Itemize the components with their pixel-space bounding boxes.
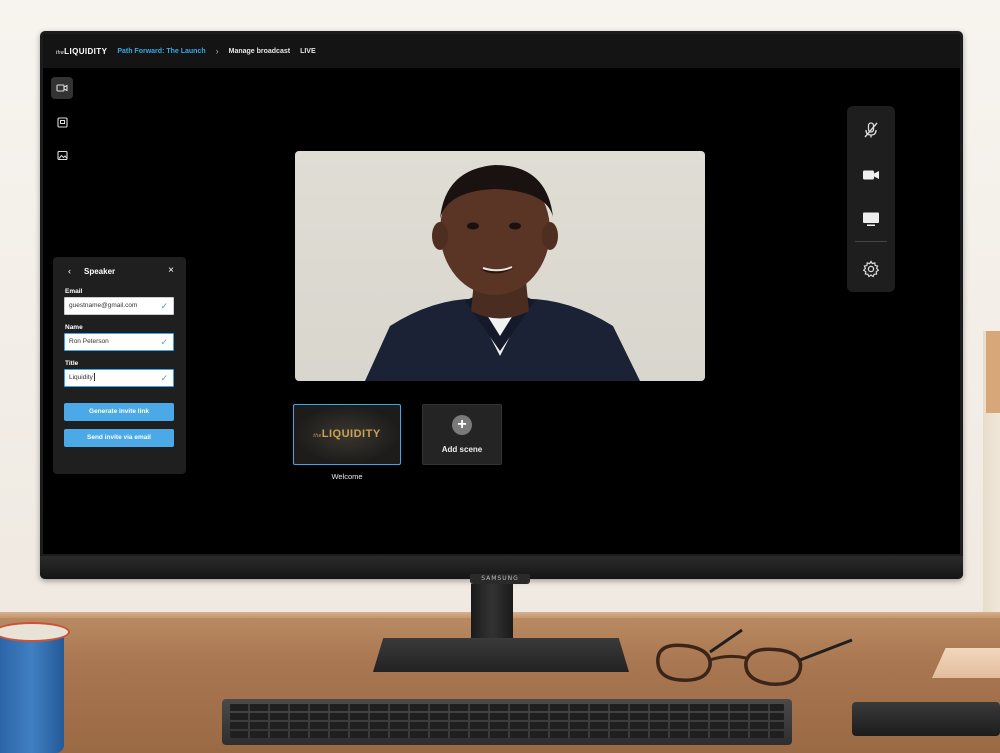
app-screen: theLIQUIDITY Path Forward: The Launch › … xyxy=(43,34,960,554)
add-scene-label: Add scene xyxy=(441,445,483,454)
close-icon[interactable]: × xyxy=(168,265,174,276)
scene-logo-prefix: the xyxy=(313,433,322,439)
app-logo[interactable]: theLIQUIDITY xyxy=(56,47,107,56)
keyboard xyxy=(222,699,792,745)
keyboard-row xyxy=(230,722,784,729)
generate-invite-link-button[interactable]: Generate invite link xyxy=(64,403,174,421)
rail-camera-button[interactable] xyxy=(51,77,73,99)
image-icon xyxy=(56,150,68,160)
keyboard-row xyxy=(230,704,784,711)
video-camera-icon xyxy=(863,170,879,180)
scene-logo-text: LIQUIDITY xyxy=(321,428,381,440)
title-field[interactable]: Liquidity ✓ xyxy=(64,369,174,387)
panel-title: Speaker xyxy=(84,267,116,276)
chevron-right-icon: › xyxy=(215,46,219,56)
speaker-video-image xyxy=(365,165,640,381)
scene-label: Welcome xyxy=(331,472,363,481)
name-field[interactable]: Ron Peterson ✓ xyxy=(64,333,174,351)
back-icon[interactable]: ‹ xyxy=(68,266,71,276)
camera-icon xyxy=(56,84,68,92)
keyboard-row xyxy=(230,731,784,738)
mug xyxy=(0,628,64,753)
top-bar: theLIQUIDITY Path Forward: The Launch › … xyxy=(43,34,960,68)
speaker-panel: ‹ Speaker × Email guestname@gmail.com ✓ … xyxy=(53,257,186,474)
live-video-feed[interactable] xyxy=(295,151,705,381)
scene-welcome[interactable]: theLIQUIDITY xyxy=(293,404,401,465)
scene-logo: theLIQUIDITY xyxy=(294,405,400,465)
title-label: Title xyxy=(65,360,79,367)
live-status: LIVE xyxy=(300,47,316,55)
text-cursor xyxy=(93,373,95,382)
keyboard-row xyxy=(230,713,784,720)
gear-icon xyxy=(862,260,880,278)
send-invite-email-button[interactable]: Send invite via email xyxy=(64,429,174,447)
name-label: Name xyxy=(65,324,83,331)
add-scene-button[interactable]: + Add scene xyxy=(422,404,502,465)
email-field[interactable]: guestname@gmail.com ✓ xyxy=(64,297,174,315)
mute-mic-button[interactable] xyxy=(859,118,883,142)
name-value: Ron Peterson xyxy=(69,338,109,345)
breadcrumb-current-page: Manage broadcast xyxy=(228,47,291,55)
logo-text: LIQUIDITY xyxy=(64,46,108,56)
rail-share-screen-button[interactable] xyxy=(51,111,73,133)
monitor-icon xyxy=(863,212,879,226)
trackpad xyxy=(852,702,1000,736)
share-screen-button[interactable] xyxy=(859,207,883,231)
email-value: guestname@gmail.com xyxy=(69,302,138,309)
rail-image-button[interactable] xyxy=(51,144,73,166)
monitor-stand xyxy=(373,638,629,672)
mic-off-icon xyxy=(864,122,878,138)
toolbar-divider xyxy=(855,241,887,242)
monitor-neck xyxy=(471,584,513,644)
share-screen-icon xyxy=(56,116,68,128)
title-value: Liquidity xyxy=(69,374,93,381)
check-icon: ✓ xyxy=(160,337,168,347)
monitor-brand: SAMSUNG xyxy=(470,574,530,584)
media-toolbar xyxy=(847,106,895,292)
email-label: Email xyxy=(65,288,83,295)
check-icon: ✓ xyxy=(160,301,168,311)
panel-header: ‹ Speaker × xyxy=(53,264,186,278)
plus-icon: + xyxy=(452,415,472,435)
check-icon: ✓ xyxy=(160,373,168,383)
toggle-camera-button[interactable] xyxy=(859,163,883,187)
eyeglasses xyxy=(656,628,853,686)
breadcrumb-event-link[interactable]: Path Forward: The Launch xyxy=(117,48,205,55)
logo-prefix: the xyxy=(56,49,65,56)
box xyxy=(986,331,1000,413)
settings-button[interactable] xyxy=(859,257,883,281)
